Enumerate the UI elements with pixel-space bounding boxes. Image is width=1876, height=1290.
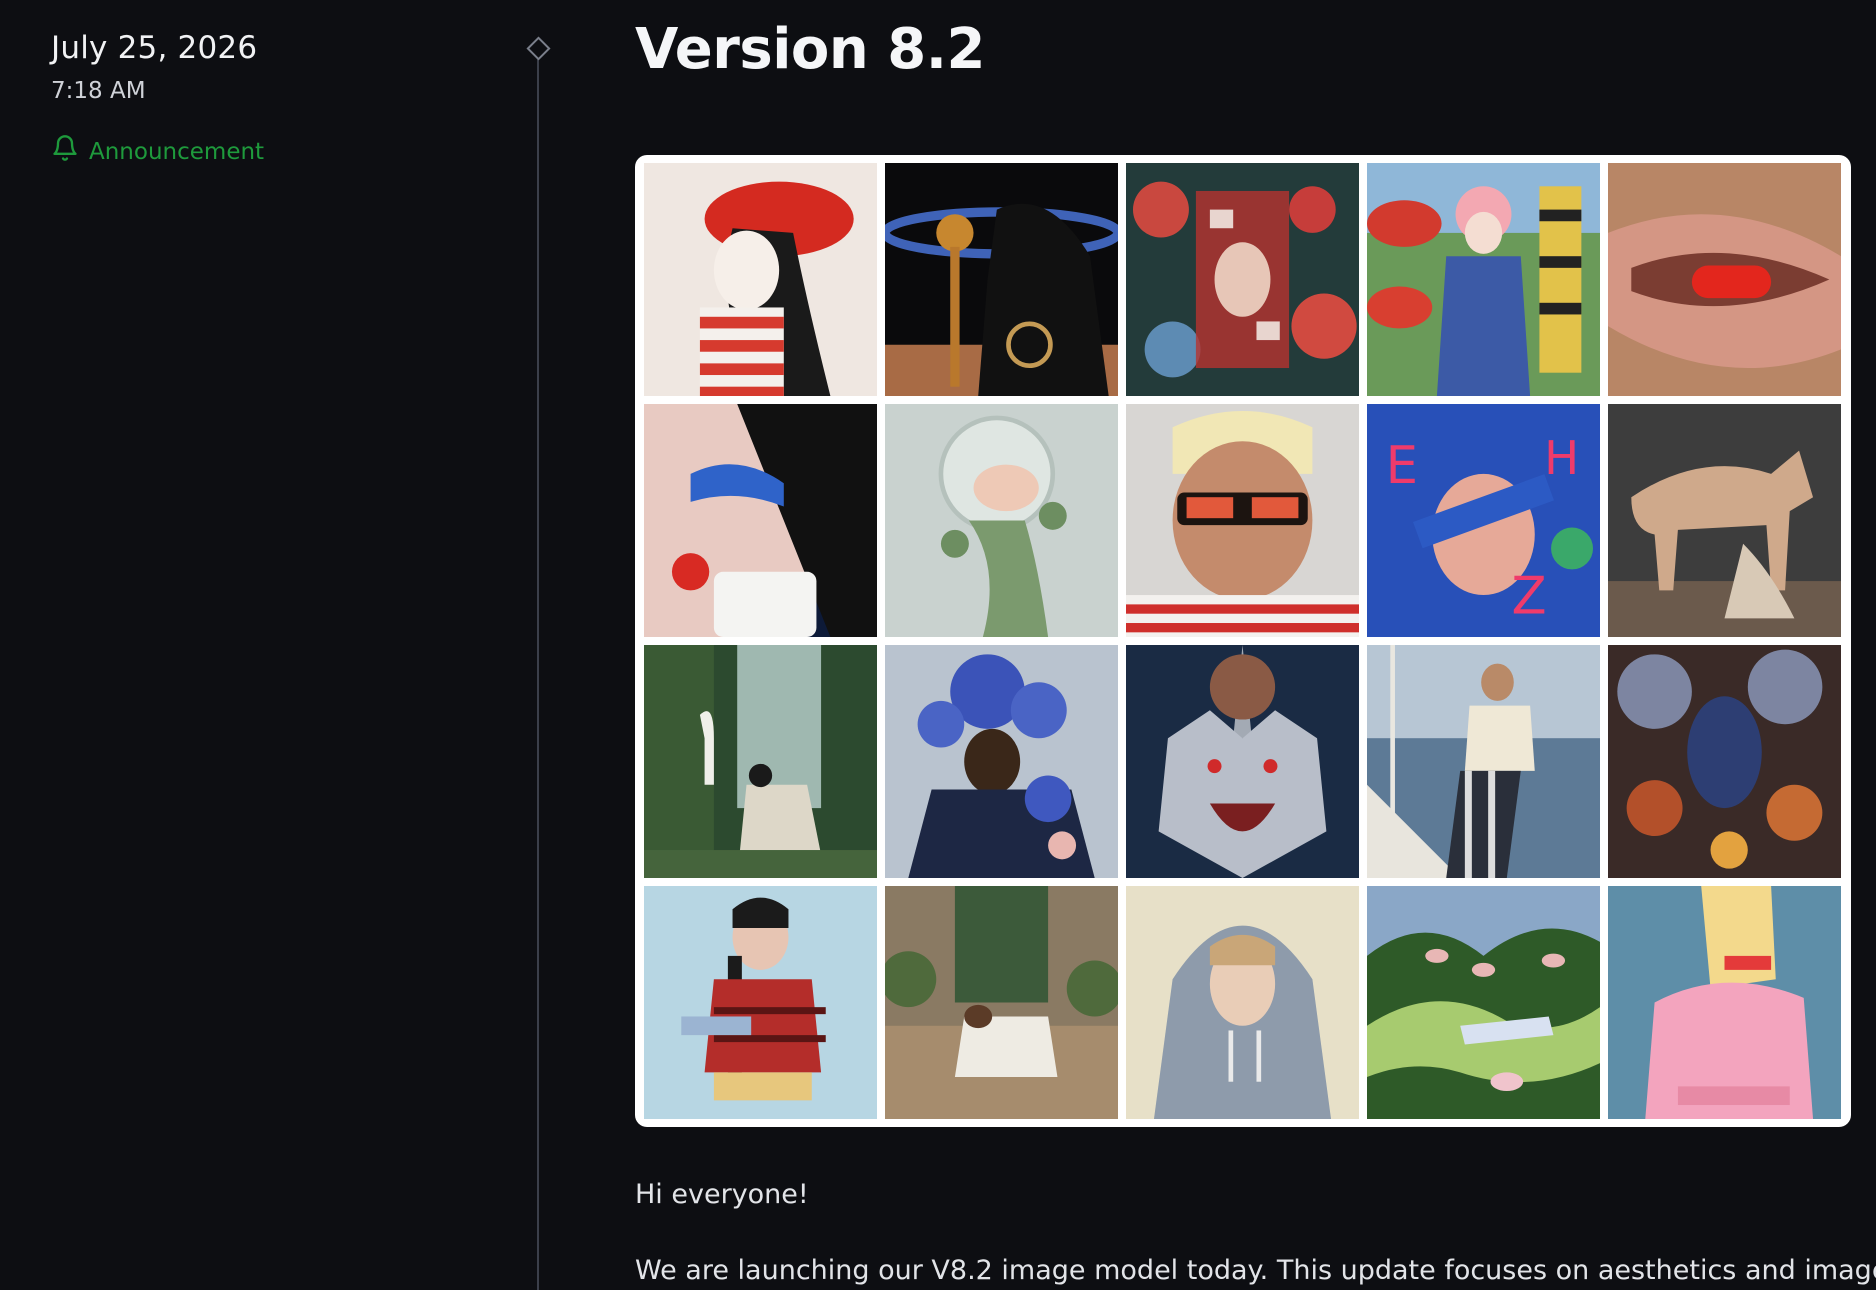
gallery-image-plaid-girl[interactable] — [644, 886, 877, 1119]
post-body: Hi everyone! We are launching our V8.2 i… — [635, 1177, 1876, 1289]
post-title: Version 8.2 — [635, 17, 985, 82]
announcement-tag-label: Announcement — [89, 139, 265, 165]
announcement-tag[interactable]: Announcement — [51, 134, 511, 170]
gallery-image-smoke-spirit[interactable] — [1608, 645, 1841, 878]
gallery-image-coffee-girl[interactable] — [644, 404, 877, 637]
gallery-image-mushroom-garden[interactable] — [1367, 163, 1600, 396]
gallery-image-courtyard-chairs[interactable] — [885, 886, 1118, 1119]
post-meta: July 25, 2026 7:18 AM Announcement — [51, 28, 511, 170]
svg-text:E: E — [1386, 436, 1418, 496]
gallery-image-blue-hands[interactable]: E H Z — [1367, 404, 1600, 637]
gallery-image-green-hills[interactable] — [1367, 886, 1600, 1119]
post-date: July 25, 2026 — [51, 30, 258, 66]
svg-text:H: H — [1544, 431, 1579, 485]
gallery-image-waterfall-heron[interactable] — [644, 645, 877, 878]
gallery-image-sailboat-woman[interactable] — [1367, 645, 1600, 878]
timeline-node-icon — [526, 36, 551, 61]
gallery-image-glass-bust[interactable] — [885, 404, 1118, 637]
svg-text:Z: Z — [1511, 567, 1546, 627]
gallery-image-pink-jacket[interactable] — [1608, 886, 1841, 1119]
gallery-image-sparkle-horse[interactable] — [1608, 404, 1841, 637]
gallery-image-sunglasses-man[interactable] — [1126, 404, 1359, 637]
gallery-image-wolf[interactable] — [1126, 645, 1359, 878]
gallery-image-hooded-woman[interactable] — [1126, 886, 1359, 1119]
changelog-page: July 25, 2026 7:18 AM Announcement Versi… — [0, 0, 1876, 1290]
timeline-line — [537, 48, 539, 1290]
gallery-image-beret-girl[interactable] — [644, 163, 877, 396]
post-greeting: Hi everyone! — [635, 1179, 809, 1210]
gallery-image-flower-portrait[interactable] — [1126, 163, 1359, 396]
post-time: 7:18 AM — [51, 78, 146, 104]
gallery-image-cloaked-figure[interactable] — [885, 163, 1118, 396]
image-gallery: E H Z — [635, 155, 1851, 1127]
gallery-image-blue-flowers[interactable] — [885, 645, 1118, 878]
gallery-image-lips-closeup[interactable] — [1608, 163, 1841, 396]
bell-icon — [51, 134, 79, 170]
post-main: Version 8.2 E H Z Hi everyone! We are la… — [635, 0, 1876, 1290]
post-intro: We are launching our V8.2 image model to… — [635, 1255, 1876, 1286]
